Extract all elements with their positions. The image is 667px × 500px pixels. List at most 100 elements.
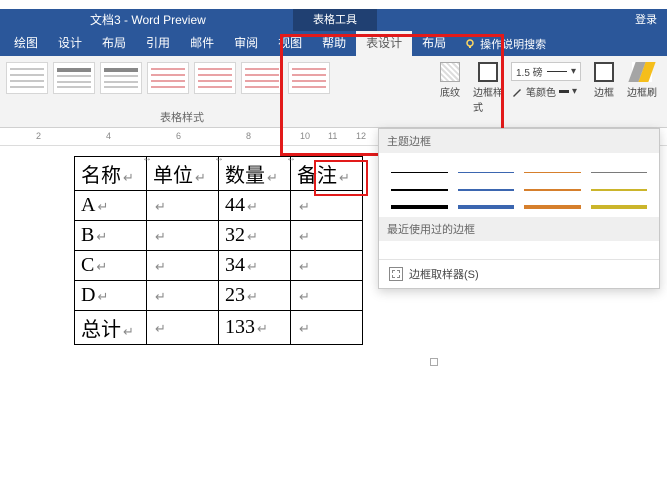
border-swatch[interactable]: [591, 197, 648, 209]
border-style-label: 边框样式: [473, 84, 503, 114]
table-row[interactable]: D↵ ↵ 23↵ ↵: [75, 281, 363, 311]
table-cell[interactable]: ↵: [291, 191, 363, 221]
border-swatch[interactable]: [524, 179, 581, 191]
border-weight-value: 1.5 磅: [516, 64, 543, 79]
table-cell[interactable]: 34↵: [219, 251, 291, 281]
border-sampler-menuitem[interactable]: 边框取样器(S): [379, 259, 659, 288]
borders-label: 边框: [594, 84, 614, 99]
border-weight-dropdown[interactable]: 1.5 磅 ▾: [511, 62, 581, 81]
ruler-tick: 8: [246, 131, 251, 141]
border-swatch[interactable]: [391, 161, 448, 173]
border-swatch[interactable]: [458, 197, 515, 209]
document-title: 文档3 - Word Preview: [0, 9, 206, 31]
table-style-thumb[interactable]: [100, 62, 142, 94]
table-cell[interactable]: ↵: [147, 191, 219, 221]
theme-border-grid: [379, 153, 659, 217]
tab-draw[interactable]: 绘图: [4, 31, 48, 56]
border-painter-button[interactable]: 边框刷: [627, 62, 657, 99]
table-cell[interactable]: 44↵: [219, 191, 291, 221]
table-row[interactable]: 总计↵ ↵ 133↵ ↵: [75, 311, 363, 345]
border-swatch[interactable]: [591, 179, 648, 191]
ruler-tick: 10: [300, 131, 310, 141]
tab-design[interactable]: 设计: [48, 31, 92, 56]
border-swatch[interactable]: [524, 161, 581, 173]
border-swatch[interactable]: [591, 161, 648, 173]
table-cell[interactable]: 总计↵: [75, 311, 147, 345]
border-painter-label: 边框刷: [627, 84, 657, 99]
ruler-tick: 6: [176, 131, 181, 141]
tab-help[interactable]: 帮助: [312, 31, 356, 56]
window-titlebar: 文档3 - Word Preview 表格工具 登录: [0, 9, 667, 31]
table-cell[interactable]: ↵: [147, 311, 219, 345]
inserted-table[interactable]: 名称↵↔ 单位↵↔ 数量↵↔ 备注↵ A↵ ↵ 44↵ ↵ B↵ ↵ 32↵ ↵…: [74, 156, 363, 345]
ruler-tick: 2: [36, 131, 41, 141]
border-swatch[interactable]: [458, 179, 515, 191]
table-cell[interactable]: 32↵: [219, 221, 291, 251]
tab-review[interactable]: 审阅: [224, 31, 268, 56]
tab-layout[interactable]: 布局: [92, 31, 136, 56]
border-swatch[interactable]: [391, 179, 448, 191]
borders-group: 底纹 边框样式 1.5 磅 ▾ 笔颜色 ▾ 边框 边框刷: [425, 56, 667, 127]
table-row[interactable]: C↵ ↵ 34↵ ↵: [75, 251, 363, 281]
table-row[interactable]: 名称↵↔ 单位↵↔ 数量↵↔ 备注↵: [75, 157, 363, 191]
popup-section-header: 最近使用过的边框: [379, 217, 659, 241]
tab-mailings[interactable]: 邮件: [180, 31, 224, 56]
shading-button[interactable]: 底纹: [435, 62, 465, 99]
table-style-thumb[interactable]: [53, 62, 95, 94]
tab-table-layout[interactable]: 布局: [412, 31, 456, 56]
ribbon-body: 表格样式 底纹 边框样式 1.5 磅 ▾ 笔颜色 ▾ 边框: [0, 56, 667, 128]
table-cell[interactable]: C↵: [75, 251, 147, 281]
table-cell[interactable]: ↵: [147, 221, 219, 251]
table-cell[interactable]: ↵: [291, 281, 363, 311]
table-cell[interactable]: ↵: [291, 251, 363, 281]
sampler-icon: [389, 267, 403, 281]
borders-icon: [594, 62, 614, 82]
table-resize-handle[interactable]: [430, 358, 438, 366]
table-cell[interactable]: 133↵: [219, 311, 291, 345]
tell-me-search[interactable]: 操作说明搜索: [456, 31, 546, 56]
border-painter-icon: [632, 62, 652, 82]
lightbulb-icon: [464, 38, 476, 50]
table-styles-group-label: 表格样式: [160, 109, 204, 125]
table-cell[interactable]: B↵: [75, 221, 147, 251]
shading-label: 底纹: [440, 84, 460, 99]
table-cell[interactable]: D↵: [75, 281, 147, 311]
border-swatch[interactable]: [458, 161, 515, 173]
border-style-dropdown: 主题边框 最近使用过的边框 边框取样器(S): [378, 128, 660, 289]
border-weight-pencolor: 1.5 磅 ▾ 笔颜色 ▾: [511, 62, 581, 99]
table-cell[interactable]: 备注↵: [291, 157, 363, 191]
table-style-thumb[interactable]: [6, 62, 48, 94]
table-cell[interactable]: ↵: [291, 311, 363, 345]
tab-table-design[interactable]: 表设计: [356, 31, 412, 56]
tab-references[interactable]: 引用: [136, 31, 180, 56]
table-cell[interactable]: 数量↵↔: [219, 157, 291, 191]
table-style-thumb[interactable]: [241, 62, 283, 94]
borders-button[interactable]: 边框: [589, 62, 619, 99]
contextual-tab-group-label: 表格工具: [293, 9, 377, 31]
ribbon-tabs: 绘图 设计 布局 引用 邮件 审阅 视图 帮助 表设计 布局 操作说明搜索: [0, 31, 667, 56]
table-row[interactable]: A↵ ↵ 44↵ ↵: [75, 191, 363, 221]
table-cell[interactable]: A↵: [75, 191, 147, 221]
border-sampler-label: 边框取样器(S): [409, 266, 479, 282]
border-style-button[interactable]: 边框样式: [473, 62, 503, 114]
table-cell[interactable]: 23↵: [219, 281, 291, 311]
pen-color-dropdown[interactable]: 笔颜色 ▾: [511, 84, 581, 99]
table-row[interactable]: B↵ ↵ 32↵ ↵: [75, 221, 363, 251]
table-cell[interactable]: 单位↵↔: [147, 157, 219, 191]
table-cell[interactable]: ↵: [291, 221, 363, 251]
table-style-thumb[interactable]: [194, 62, 236, 94]
border-swatch[interactable]: [391, 197, 448, 209]
table-styles-gallery[interactable]: [0, 56, 425, 127]
table-style-thumb[interactable]: [147, 62, 189, 94]
login-button[interactable]: 登录: [635, 9, 657, 31]
ruler-tick: 4: [106, 131, 111, 141]
border-style-icon: [478, 62, 498, 82]
chevron-down-icon: ▾: [572, 86, 577, 97]
border-swatch[interactable]: [524, 197, 581, 209]
table-cell[interactable]: ↵: [147, 251, 219, 281]
tab-view[interactable]: 视图: [268, 31, 312, 56]
table-cell[interactable]: ↵: [147, 281, 219, 311]
table-style-thumb[interactable]: [288, 62, 330, 94]
pen-icon: [511, 86, 523, 98]
table-cell[interactable]: 名称↵↔: [75, 157, 147, 191]
